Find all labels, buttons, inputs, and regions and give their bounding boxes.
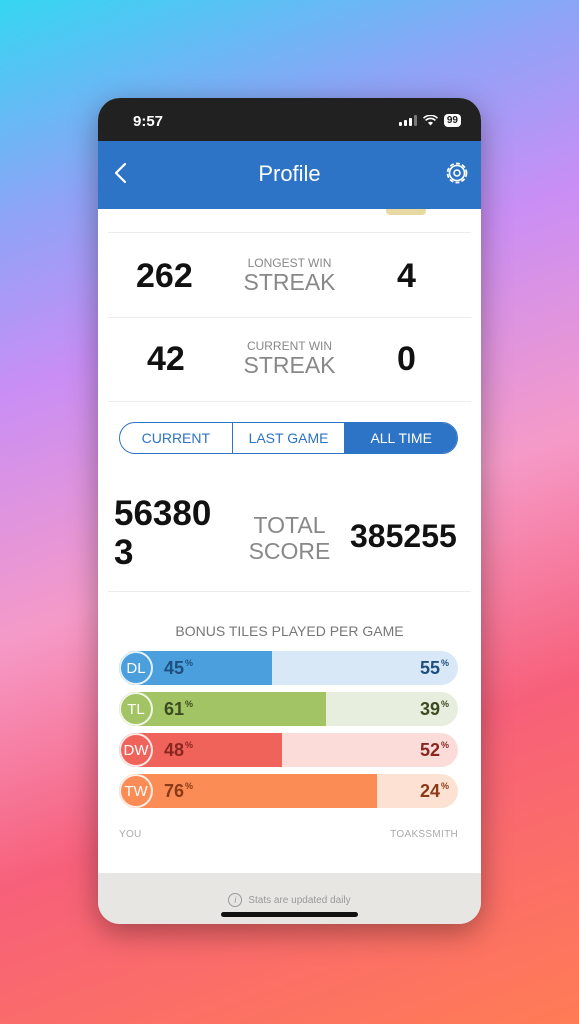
signal-icon (398, 115, 417, 126)
phone-screen: 9:57 99 Profile 262 LONGEST WIN STREAK 4… (98, 98, 481, 924)
you-label: YOU (119, 829, 142, 840)
tile-code-badge: DW (119, 733, 153, 767)
divider (108, 232, 471, 233)
longest-streak-label: LONGEST WIN STREAK (243, 256, 336, 295)
you-current-streak: 42 (147, 340, 185, 378)
opponent-total-score: 385255 (350, 518, 457, 554)
opponent-longest-streak: 4 (397, 257, 416, 295)
tile-code-badge: TW (119, 774, 153, 808)
you-percent: 48% (164, 740, 194, 760)
tile-code-badge: DL (119, 651, 153, 685)
total-score-label: TOTAL SCORE (248, 512, 331, 565)
gear-icon[interactable] (443, 159, 471, 187)
you-percent: 61% (164, 699, 194, 719)
bonus-row-tw: TW 76% 24% (119, 774, 458, 808)
period-tabs: CURRENT LAST GAME ALL TIME (119, 422, 458, 454)
you-bar (119, 774, 377, 808)
bonus-tiles-title: BONUS TILES PLAYED PER GAME (175, 623, 404, 639)
bonus-row-tl: TL 61% 39% (119, 692, 458, 726)
wifi-icon (422, 115, 438, 126)
bonus-row-dw: DW 48% 52% (119, 733, 458, 767)
status-bar: 9:57 99 (98, 98, 481, 141)
tab-current[interactable]: CURRENT (120, 423, 233, 453)
current-streak-label: CURRENT WIN STREAK (243, 339, 336, 378)
status-icons: 99 (398, 114, 461, 127)
home-indicator[interactable] (221, 912, 358, 917)
status-time: 9:57 (133, 113, 164, 130)
tab-all-time[interactable]: ALL TIME (345, 423, 457, 453)
tab-last-game[interactable]: LAST GAME (233, 423, 346, 453)
you-percent: 45% (164, 658, 194, 678)
divider (108, 401, 471, 402)
opponent-percent: 24% (419, 781, 449, 801)
profile-content[interactable]: 262 LONGEST WIN STREAK 4 42 CURRENT WIN … (98, 209, 481, 873)
opponent-percent: 55% (419, 658, 449, 678)
opponent-label: TOAKSSMITH (390, 829, 458, 840)
nav-bar: Profile (98, 141, 481, 209)
battery-icon: 99 (443, 114, 461, 127)
you-total-score: 56380 3 (114, 494, 212, 572)
stat-peek (386, 209, 426, 215)
bonus-row-dl: DL 45% 55% (119, 651, 458, 685)
tile-code-badge: TL (119, 692, 153, 726)
opponent-percent: 39% (419, 699, 449, 719)
you-percent: 76% (164, 781, 194, 801)
divider (108, 591, 471, 592)
info-icon: i (228, 893, 243, 907)
page-title: Profile (258, 161, 321, 186)
divider (108, 317, 471, 318)
opponent-percent: 52% (419, 740, 449, 760)
footer-note: i Stats are updated daily (98, 893, 481, 907)
you-longest-streak: 262 (136, 257, 193, 295)
opponent-current-streak: 0 (397, 340, 416, 378)
footer-text: Stats are updated daily (248, 894, 351, 906)
